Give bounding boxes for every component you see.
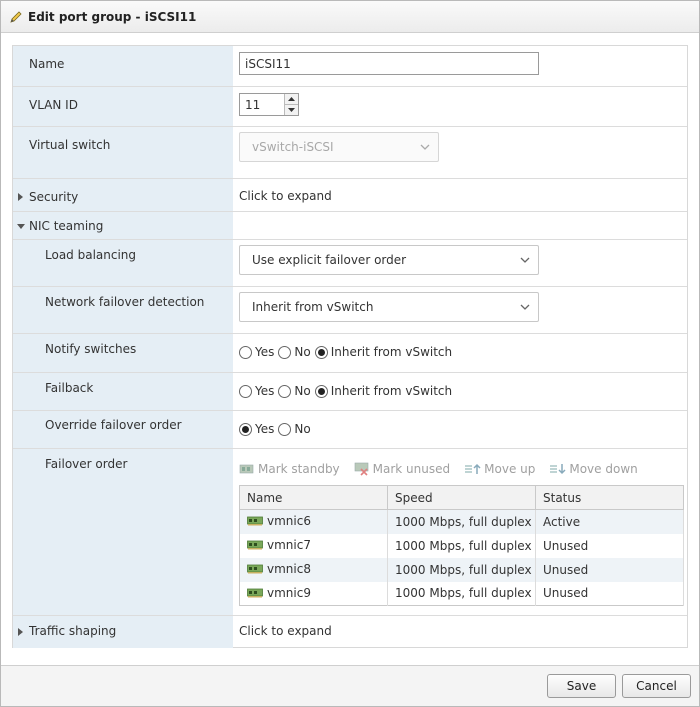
notify-inherit-radio[interactable]: Inherit from vSwitch	[314, 345, 452, 359]
failback-label: Failback	[13, 373, 233, 410]
vswitch-label: Virtual switch	[13, 127, 233, 178]
row-security[interactable]: Security Click to expand	[13, 178, 687, 211]
save-button[interactable]: Save	[547, 674, 616, 698]
dialog-footer: Save Cancel	[1, 665, 699, 706]
table-row[interactable]: vmnic8 1000 Mbps, full duplex Unused	[239, 557, 684, 582]
security-label-text: Security	[29, 190, 79, 204]
failover-order-table: Name Speed Status vmnic6 1000 Mbps, full…	[239, 485, 684, 606]
override-order-label: Override failover order	[13, 411, 233, 448]
vlan-value[interactable]: 11	[240, 94, 284, 115]
port-group-form: Name VLAN ID 11	[12, 45, 688, 648]
row-failback: Failback Yes No Inherit from vSwitch	[13, 372, 687, 410]
network-adapter-icon	[247, 540, 263, 550]
nic-cell: vmnic9	[247, 586, 311, 600]
row-traffic-shaping[interactable]: Traffic shaping Click to expand	[13, 615, 687, 648]
failback-radio-group: Yes No Inherit from vSwitch	[239, 379, 687, 398]
arrow-up-icon	[288, 97, 295, 101]
pencil-icon	[10, 10, 22, 23]
table-row[interactable]: vmnic9 1000 Mbps, full duplex Unused	[239, 581, 684, 606]
move-down-button[interactable]: Move down	[549, 462, 638, 476]
dialog-title: Edit port group - iSCSI11	[28, 9, 197, 24]
row-nic-teaming[interactable]: NIC teaming	[13, 211, 687, 239]
move-down-icon	[550, 464, 566, 475]
collapse-arrow-icon[interactable]	[17, 224, 25, 229]
vlan-stepper[interactable]: 11	[239, 93, 299, 116]
row-failover-order: Failover order Mark standby Mark unused	[13, 448, 687, 615]
load-balancing-select[interactable]: Use explicit failover order	[239, 245, 539, 275]
failback-no-radio[interactable]: No	[278, 384, 311, 398]
row-vswitch: Virtual switch vSwitch-iSCSI	[13, 126, 687, 178]
vlan-increment-button[interactable]	[285, 94, 298, 105]
chevron-down-icon	[420, 144, 430, 150]
failback-inherit-radio[interactable]: Inherit from vSwitch	[314, 384, 452, 398]
row-load-balancing: Load balancing Use explicit failover ord…	[13, 239, 687, 286]
column-header-name[interactable]: Name	[239, 485, 388, 510]
network-adapter-icon	[247, 588, 263, 598]
row-notify-switches: Notify switches Yes No Inherit from vSwi…	[13, 333, 687, 372]
security-label[interactable]: Security	[13, 179, 233, 211]
vswitch-select: vSwitch-iSCSI	[239, 132, 439, 162]
network-adapter-icon	[247, 516, 263, 526]
failover-detection-value: Inherit from vSwitch	[252, 300, 374, 314]
row-failover-detection: Network failover detection Inherit from …	[13, 286, 687, 333]
nic-cell: vmnic8	[247, 562, 311, 576]
traffic-shaping-label[interactable]: Traffic shaping	[13, 616, 233, 648]
traffic-shaping-expand-text[interactable]: Click to expand	[233, 616, 687, 648]
row-override-order: Override failover order Yes No	[13, 410, 687, 448]
notify-switches-label: Notify switches	[13, 334, 233, 372]
load-balancing-value: Use explicit failover order	[252, 253, 407, 267]
name-label: Name	[13, 46, 233, 86]
notify-switches-radio-group: Yes No Inherit from vSwitch	[239, 340, 687, 359]
nic-cell: vmnic7	[247, 538, 311, 552]
nic-teaming-label-text: NIC teaming	[29, 219, 104, 233]
notify-no-radio[interactable]: No	[278, 345, 311, 359]
failover-toolbar: Mark standby Mark unused Move up Move do…	[239, 458, 687, 480]
mark-standby-button[interactable]: Mark standby	[239, 462, 340, 476]
nic-teaming-label[interactable]: NIC teaming	[13, 212, 233, 239]
vlan-label: VLAN ID	[13, 87, 233, 126]
failover-detection-select[interactable]: Inherit from vSwitch	[239, 292, 539, 322]
cancel-button[interactable]: Cancel	[622, 674, 691, 698]
mark-unused-icon	[354, 462, 368, 476]
override-order-radio-group: Yes No	[239, 417, 687, 436]
chevron-down-icon	[520, 304, 530, 310]
mark-unused-button[interactable]: Mark unused	[354, 462, 450, 476]
arrow-down-icon	[288, 108, 295, 112]
failover-detection-label: Network failover detection	[13, 287, 233, 333]
move-up-icon	[465, 463, 481, 474]
name-input[interactable]	[239, 52, 539, 75]
dialog-titlebar: Edit port group - iSCSI11	[1, 1, 699, 33]
failback-yes-radio[interactable]: Yes	[239, 384, 274, 398]
column-header-status[interactable]: Status	[535, 485, 684, 510]
table-row[interactable]: vmnic6 1000 Mbps, full duplex Active	[239, 509, 684, 534]
row-vlan: VLAN ID 11	[13, 86, 687, 126]
network-adapter-icon	[247, 564, 263, 574]
dialog-body: Name VLAN ID 11	[1, 34, 699, 666]
override-yes-radio[interactable]: Yes	[239, 422, 274, 436]
expand-arrow-icon[interactable]	[18, 628, 23, 636]
notify-yes-radio[interactable]: Yes	[239, 345, 274, 359]
mark-standby-icon	[239, 464, 254, 474]
nic-cell: vmnic6	[247, 514, 311, 528]
security-expand-text[interactable]: Click to expand	[233, 179, 687, 211]
load-balancing-label: Load balancing	[13, 240, 233, 286]
row-name: Name	[13, 46, 687, 86]
edit-port-group-dialog: Edit port group - iSCSI11 Name VLAN ID 1…	[0, 0, 700, 707]
override-no-radio[interactable]: No	[278, 422, 311, 436]
column-header-speed[interactable]: Speed	[387, 485, 536, 510]
table-row[interactable]: vmnic7 1000 Mbps, full duplex Unused	[239, 533, 684, 558]
traffic-shaping-label-text: Traffic shaping	[29, 624, 117, 638]
move-up-button[interactable]: Move up	[464, 462, 535, 476]
chevron-down-icon	[520, 257, 530, 263]
failover-order-label: Failover order	[13, 449, 233, 615]
vswitch-value: vSwitch-iSCSI	[252, 140, 334, 154]
expand-arrow-icon[interactable]	[18, 193, 23, 201]
vlan-decrement-button[interactable]	[285, 105, 298, 115]
